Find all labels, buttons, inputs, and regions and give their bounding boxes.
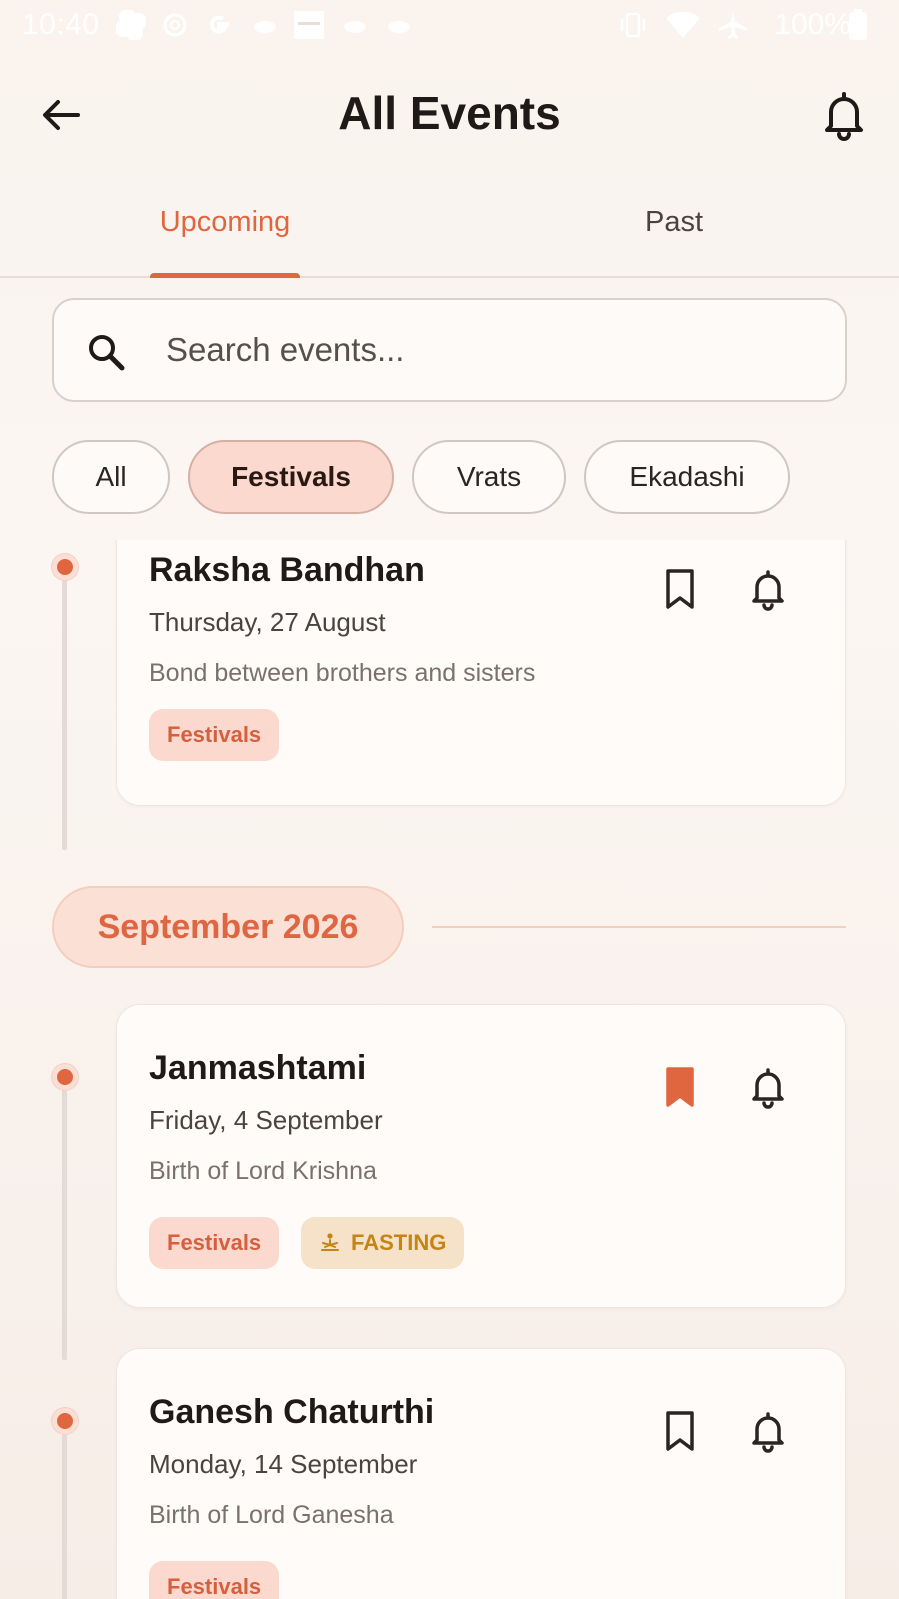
event-description: Bond between brothers and sisters: [149, 659, 536, 687]
timeline-line: [62, 1076, 67, 1360]
news-icon: [294, 11, 324, 39]
airplane-icon: [719, 12, 747, 39]
page-title: All Events: [338, 87, 561, 139]
app-bar: All Events: [0, 60, 899, 170]
event-description: Birth of Lord Krishna: [149, 1157, 377, 1185]
fasting-label: FASTING: [351, 1230, 447, 1255]
cloud-icon: [254, 21, 276, 33]
battery-icon: [849, 9, 867, 40]
meditation-icon: [321, 1233, 339, 1251]
filter-chip-vrats[interactable]: Vrats: [412, 440, 566, 514]
tag-festivals: Festivals: [149, 709, 280, 761]
event-card[interactable]: Ganesh Chaturthi Monday, 14 September Bi…: [116, 1348, 846, 1599]
month-divider: [432, 926, 846, 928]
event-list[interactable]: Raksha Bandhan Thursday, 27 August Bond …: [0, 540, 899, 1599]
event-card[interactable]: Janmashtami Friday, 4 September Birth of…: [116, 1004, 846, 1308]
google-icon: [209, 15, 229, 34]
bell-icon[interactable]: [747, 1409, 789, 1453]
tab-bar: Upcoming Past: [0, 190, 899, 278]
event-name: Janmashtami: [149, 1049, 367, 1087]
filter-chip-all[interactable]: All: [52, 440, 170, 514]
tab-indicator: [150, 273, 300, 278]
filter-chip-festivals[interactable]: Festivals: [188, 440, 394, 514]
tab-past[interactable]: Past: [574, 206, 774, 239]
event-description: Birth of Lord Ganesha: [149, 1501, 394, 1529]
event-card[interactable]: Raksha Bandhan Thursday, 27 August Bond …: [116, 540, 846, 806]
timeline-dot: [52, 554, 78, 580]
tag-festivals: Festivals: [149, 1561, 280, 1599]
wifi-icon: [666, 11, 700, 38]
event-name: Raksha Bandhan: [149, 551, 425, 589]
status-bar: 10:40 100%: [0, 0, 899, 52]
bell-icon[interactable]: [747, 567, 789, 611]
tab-upcoming[interactable]: Upcoming: [120, 206, 330, 239]
tag-festivals: Festivals: [149, 1217, 280, 1269]
event-date: Monday, 14 September: [149, 1449, 418, 1479]
event-date: Thursday, 27 August: [149, 607, 386, 637]
event-date: Friday, 4 September: [149, 1105, 383, 1135]
bookmark-icon[interactable]: [661, 1065, 699, 1109]
timeline-dot: [52, 1408, 78, 1434]
timeline-dot: [52, 1064, 78, 1090]
battery-level: 100%: [774, 8, 851, 41]
search-bar[interactable]: [52, 298, 847, 402]
filter-chip-ekadashi[interactable]: Ekadashi: [584, 440, 790, 514]
cloud-icon: [344, 21, 366, 33]
month-header: September 2026: [52, 886, 404, 968]
event-name: Ganesh Chaturthi: [149, 1393, 435, 1431]
status-time: 10:40: [22, 8, 100, 41]
events-screen: 10:40 100% All Events Upcoming Past Sear…: [0, 0, 899, 1599]
pinwheel-icon: [116, 10, 146, 40]
timeline-line: [62, 1420, 67, 1599]
vibrate-icon: [620, 12, 646, 38]
search-icon: [89, 335, 125, 371]
bell-icon[interactable]: [747, 1065, 789, 1109]
openai-icon: [163, 13, 187, 37]
timeline-line: [62, 566, 67, 850]
search-input[interactable]: [166, 320, 806, 380]
cloud-icon: [388, 21, 410, 33]
bookmark-icon[interactable]: [661, 1409, 699, 1453]
bell-icon[interactable]: [819, 88, 869, 142]
bookmark-icon[interactable]: [661, 567, 699, 611]
tag-fasting: FASTING: [301, 1217, 465, 1269]
